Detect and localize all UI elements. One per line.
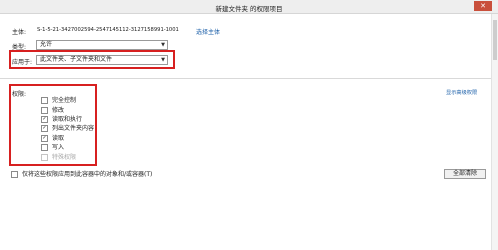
scrollbar[interactable] — [491, 14, 498, 250]
select-principal-link[interactable]: 选择主体 — [196, 27, 220, 36]
close-icon: ✕ — [480, 2, 486, 10]
title-bar: 新建文件夹 的权限项目 ✕ — [0, 0, 498, 14]
close-button[interactable]: ✕ — [474, 1, 492, 11]
highlight-applies-to — [9, 50, 175, 69]
scrollbar-thumb[interactable] — [493, 20, 497, 60]
section-divider — [0, 78, 498, 79]
clear-all-button[interactable]: 全部清除 — [444, 169, 486, 179]
apply-only-option[interactable]: 仅将这些权限应用到此容器中的对象和/或容器(T) — [11, 171, 152, 179]
principal-value: S-1-5-21-3427002594-2547145112-312715899… — [37, 27, 179, 33]
type-select[interactable]: 允许 ▼ — [36, 40, 168, 50]
highlight-permissions — [9, 84, 97, 166]
window-title: 新建文件夹 的权限项目 — [215, 5, 283, 13]
principal-label: 主体: — [12, 29, 27, 36]
apply-only-label: 仅将这些权限应用到此容器中的对象和/或容器(T) — [22, 171, 153, 178]
show-advanced-permissions-link[interactable]: 显示高级权限 — [446, 89, 477, 96]
checkbox[interactable] — [11, 171, 18, 178]
type-value: 允许 — [40, 41, 53, 48]
chevron-down-icon: ▼ — [161, 42, 165, 48]
